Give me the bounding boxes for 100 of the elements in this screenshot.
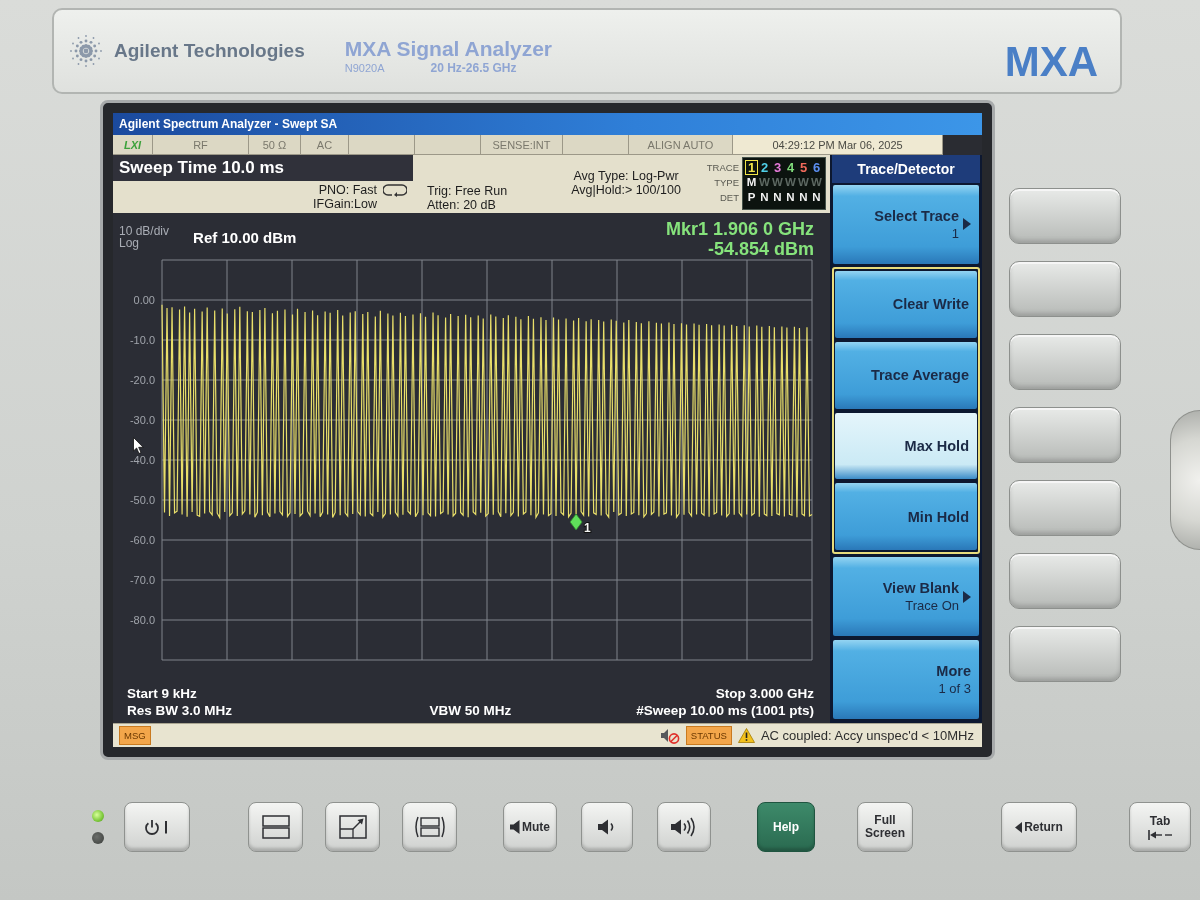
setting-text: Avg Type: Log-Pwr [573, 169, 679, 183]
menu-key[interactable]: Clear Write [835, 270, 977, 338]
setting-text: IFGain:Low [313, 197, 377, 211]
tab-button[interactable]: Tab [1129, 802, 1191, 852]
next-window-button[interactable] [402, 802, 457, 852]
power-icon [144, 819, 170, 835]
active-function-readout: Sweep Time 10.0 ms [113, 155, 413, 181]
trace-type: W [810, 175, 823, 190]
axis-label: -50.0 [129, 494, 155, 506]
frequency-range: 20 Hz-26.5 GHz [430, 61, 517, 75]
speaker-icon [510, 820, 520, 834]
window-title: Agilent Spectrum Analyzer - Swept SA [113, 113, 982, 135]
bracketed-rectangles-icon [413, 815, 446, 839]
split-screen-button[interactable] [248, 802, 303, 852]
trace-number: 1 [745, 160, 758, 175]
trace-number: 4 [785, 160, 796, 175]
trace-number: 6 [811, 160, 822, 175]
mouse-pointer-icon [133, 437, 144, 454]
marker-label: 1 [584, 521, 591, 535]
sweep-setting: #Sweep 10.00 ms (1001 pts) [636, 702, 814, 719]
model-number: N9020A [344, 62, 385, 74]
reference-level: Ref 10.00 dBm [193, 229, 297, 246]
trace-type: M [745, 175, 758, 190]
mute-button[interactable]: Mute [503, 802, 557, 852]
setting-text: Atten: 20 dB [427, 198, 496, 212]
stacked-rectangles-icon [261, 815, 290, 839]
stop-frequency: Stop 3.000 GHz [715, 685, 814, 702]
starburst-logo-icon [68, 33, 104, 69]
detector-type: N [785, 190, 796, 205]
marker-frequency: Mkr1 1.906 0 GHz [665, 219, 814, 239]
loop-arrow-icon [383, 183, 407, 197]
volume-up-button[interactable] [657, 802, 711, 852]
menu-key[interactable]: Select Trace 1 [833, 185, 979, 264]
logo-text: LXI [123, 138, 142, 151]
softkey-hardware-button[interactable] [1009, 334, 1121, 390]
setting-text: Avg|Hold:> 100/100 [571, 183, 681, 197]
product-name: MXA Signal Analyzer [344, 37, 553, 61]
detector-type: N [759, 190, 770, 205]
date-time: 04:29:12 PM Mar 06, 2025 [733, 135, 943, 155]
detector-type: N [811, 190, 822, 205]
trace-type: W [771, 175, 784, 190]
axis-label: -70.0 [129, 574, 155, 586]
left-triangle-icon [1015, 821, 1023, 833]
row-label: DET [719, 191, 739, 205]
message-tag: MSG [119, 726, 151, 745]
trace-type: W [758, 175, 771, 190]
axis-label: -60.0 [129, 534, 155, 546]
softkey-hardware-button[interactable] [1009, 553, 1121, 609]
speaker-low-icon [598, 819, 616, 835]
setting-text: Trig: Free Run [427, 184, 508, 198]
full-screen-button[interactable]: Full Screen [857, 802, 913, 852]
tab-arrow-icon [1148, 829, 1172, 840]
softkey-hardware-button[interactable] [1009, 188, 1121, 244]
menu-key[interactable]: Trace Average [835, 341, 977, 409]
trace-type: W [797, 175, 810, 190]
axis-label: -80.0 [129, 614, 155, 626]
axis-label: -30.0 [129, 414, 155, 426]
menu-key[interactable]: Max Hold [835, 412, 977, 480]
status-cell: ALIGN AUTO [629, 135, 733, 155]
softkey-hardware-button[interactable] [1009, 480, 1121, 536]
detector-type: N [772, 190, 783, 205]
marker-amplitude: -54.854 dBm [707, 239, 814, 259]
help-button[interactable]: Help [757, 802, 815, 852]
detector-type: P [746, 190, 757, 205]
softkey-hardware-button[interactable] [1009, 407, 1121, 463]
status-cell: RF [153, 135, 249, 155]
status-cell: AC [301, 135, 349, 155]
softkey-hardware-button[interactable] [1009, 261, 1121, 317]
menu-key[interactable]: View Blank Trace On [833, 557, 979, 637]
start-frequency: Start 9 kHz [127, 685, 197, 702]
trace-number: 3 [772, 160, 783, 175]
setting-text: PNO: Fast [318, 183, 377, 197]
menu-key[interactable]: More 1 of 3 [833, 640, 979, 719]
scale-label: 10 dB/div [119, 225, 170, 237]
video-bandwidth: VBW 50 MHz [429, 702, 512, 719]
status-cell: SENSE:INT [481, 135, 563, 155]
status-tag[interactable]: STATUS [685, 726, 732, 745]
resolution-bandwidth: Res BW 3.0 MHz [127, 702, 233, 719]
status-message: AC coupled: Accy unspec'd < 10MHz [760, 728, 974, 743]
axis-label: -20.0 [129, 374, 155, 386]
row-label: TRACE [706, 161, 739, 175]
speaker-high-icon [671, 817, 697, 837]
softkey-hardware-button[interactable] [1009, 626, 1121, 682]
axis-label: -10.0 [129, 334, 155, 346]
trace-number: 5 [798, 160, 809, 175]
trace-type: W [784, 175, 797, 190]
menu-key[interactable]: Min Hold [835, 483, 977, 551]
series-name-label: MXA [1004, 38, 1098, 86]
power-button[interactable] [124, 802, 190, 852]
row-label: TYPE [713, 176, 739, 190]
return-button[interactable]: Return [1001, 802, 1077, 852]
volume-down-button[interactable] [581, 802, 633, 852]
zoom-window-button[interactable] [325, 802, 380, 852]
marker-icon [569, 513, 583, 531]
rotary-knob[interactable] [1170, 410, 1200, 550]
status-cell: 50 Ω [249, 135, 301, 155]
menu-title: Trace/Detector [832, 155, 980, 183]
axis-label: -40.0 [129, 454, 155, 466]
brand-name: Agilent Technologies [114, 40, 305, 62]
axis-label: 0.00 [133, 294, 155, 306]
